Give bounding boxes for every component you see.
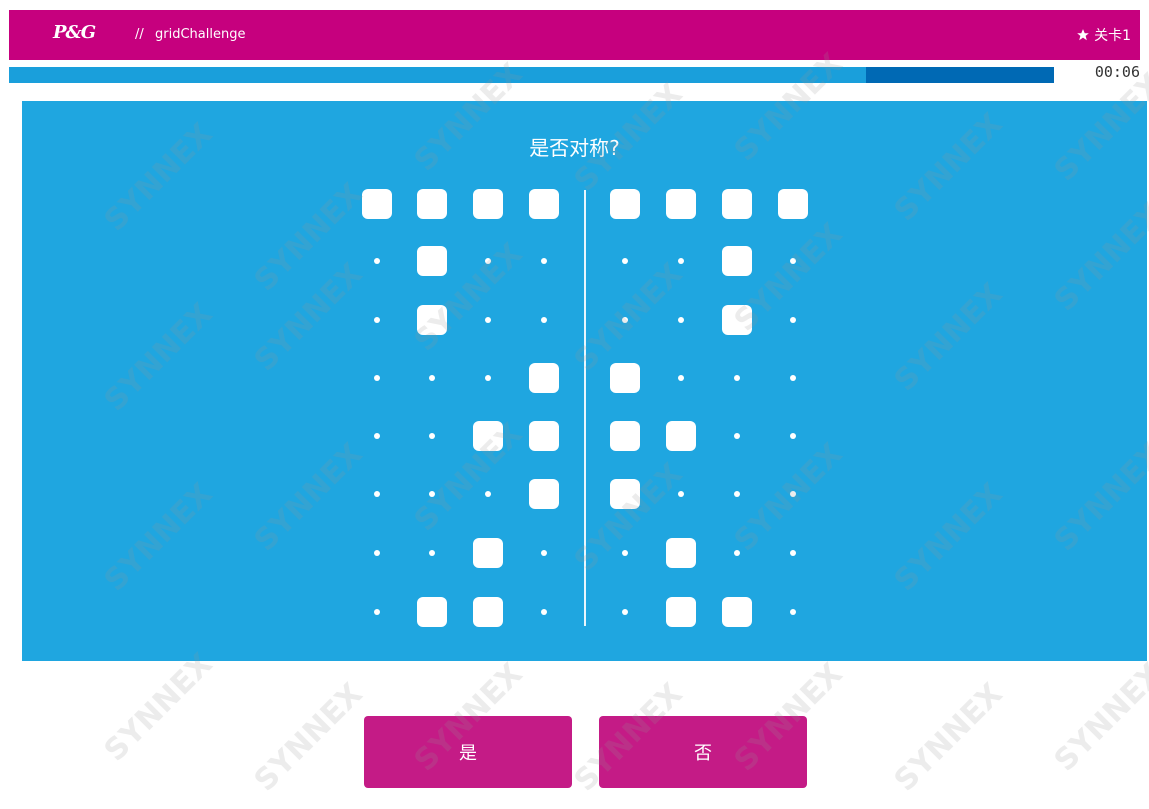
app-header: P&G // gridChallenge 关卡1	[9, 10, 1140, 60]
question-text: 是否对称?	[529, 136, 620, 160]
no-button[interactable]: 否	[599, 716, 807, 788]
grid-cell-filled	[529, 421, 559, 451]
app-title: gridChallenge	[155, 27, 246, 42]
grid-cell-filled	[529, 189, 559, 219]
brand-logo: P&G	[53, 22, 96, 43]
grid-cell-filled	[610, 363, 640, 393]
grid-cell-filled	[417, 305, 447, 335]
level-indicator: 关卡1	[1076, 25, 1131, 45]
grid-cell-empty	[790, 550, 796, 556]
grid-cell-empty	[541, 258, 547, 264]
grid-cell-filled	[473, 538, 503, 568]
grid-cell-empty	[485, 258, 491, 264]
grid-cell-empty	[374, 433, 380, 439]
grid-cell-empty	[374, 258, 380, 264]
timer: 00:06	[1094, 63, 1140, 81]
grid-cell-empty	[790, 609, 796, 615]
grid-cell-empty	[622, 258, 628, 264]
grid-cell-filled	[778, 189, 808, 219]
watermark-text: SYNNEX	[887, 676, 1010, 799]
grid-cell-empty	[485, 317, 491, 323]
grid-cell-empty	[622, 317, 628, 323]
grid-cell-empty	[622, 609, 628, 615]
grid-cell-empty	[374, 491, 380, 497]
grid-cell-empty	[790, 258, 796, 264]
grid-cell-empty	[429, 550, 435, 556]
grid-cell-empty	[790, 433, 796, 439]
grid-cell-filled	[362, 189, 392, 219]
grid-cell-filled	[610, 421, 640, 451]
star-icon	[1077, 29, 1089, 41]
time-progress-bar	[9, 67, 1054, 83]
grid-cell-filled	[722, 597, 752, 627]
grid-cell-empty	[374, 609, 380, 615]
grid-cell-empty	[790, 491, 796, 497]
grid-cell-empty	[429, 433, 435, 439]
watermark-text: SYNNEX	[97, 646, 220, 769]
grid-cell-empty	[790, 375, 796, 381]
grid-cell-filled	[666, 538, 696, 568]
grid-cell-filled	[529, 479, 559, 509]
grid-cell-empty	[429, 491, 435, 497]
grid-cell-filled	[666, 597, 696, 627]
symmetry-divider	[584, 190, 586, 626]
grid-cell-empty	[790, 317, 796, 323]
grid-cell-filled	[417, 246, 447, 276]
grid-cell-filled	[666, 421, 696, 451]
grid-cell-empty	[678, 258, 684, 264]
grid-cell-empty	[541, 609, 547, 615]
grid-cell-filled	[473, 421, 503, 451]
watermark-text: SYNNEX	[1047, 656, 1149, 779]
grid-cell-filled	[473, 189, 503, 219]
grid-cell-empty	[678, 317, 684, 323]
grid-cell-filled	[417, 189, 447, 219]
grid-cell-empty	[734, 550, 740, 556]
grid-cell-filled	[473, 597, 503, 627]
grid-cell-empty	[678, 491, 684, 497]
grid-cell-filled	[722, 246, 752, 276]
grid-cell-filled	[610, 479, 640, 509]
grid-cell-empty	[485, 491, 491, 497]
grid-cell-empty	[622, 550, 628, 556]
grid-cell-empty	[734, 433, 740, 439]
grid-cell-empty	[541, 317, 547, 323]
breadcrumb-separator: //	[135, 27, 144, 42]
grid-cell-filled	[722, 189, 752, 219]
progress-fill	[9, 67, 866, 83]
watermark-text: SYNNEX	[247, 676, 370, 799]
grid-cell-filled	[722, 305, 752, 335]
grid-cell-empty	[429, 375, 435, 381]
grid-cell-empty	[541, 550, 547, 556]
grid-cell-empty	[678, 375, 684, 381]
grid-cell-filled	[610, 189, 640, 219]
grid-cell-empty	[374, 550, 380, 556]
grid-cell-empty	[734, 375, 740, 381]
grid-cell-filled	[417, 597, 447, 627]
grid-cell-empty	[374, 375, 380, 381]
grid-cell-filled	[666, 189, 696, 219]
yes-button[interactable]: 是	[364, 716, 572, 788]
grid-cell-empty	[374, 317, 380, 323]
grid-cell-empty	[485, 375, 491, 381]
level-label: 关卡1	[1094, 28, 1131, 44]
grid-cell-empty	[734, 491, 740, 497]
grid-cell-filled	[529, 363, 559, 393]
